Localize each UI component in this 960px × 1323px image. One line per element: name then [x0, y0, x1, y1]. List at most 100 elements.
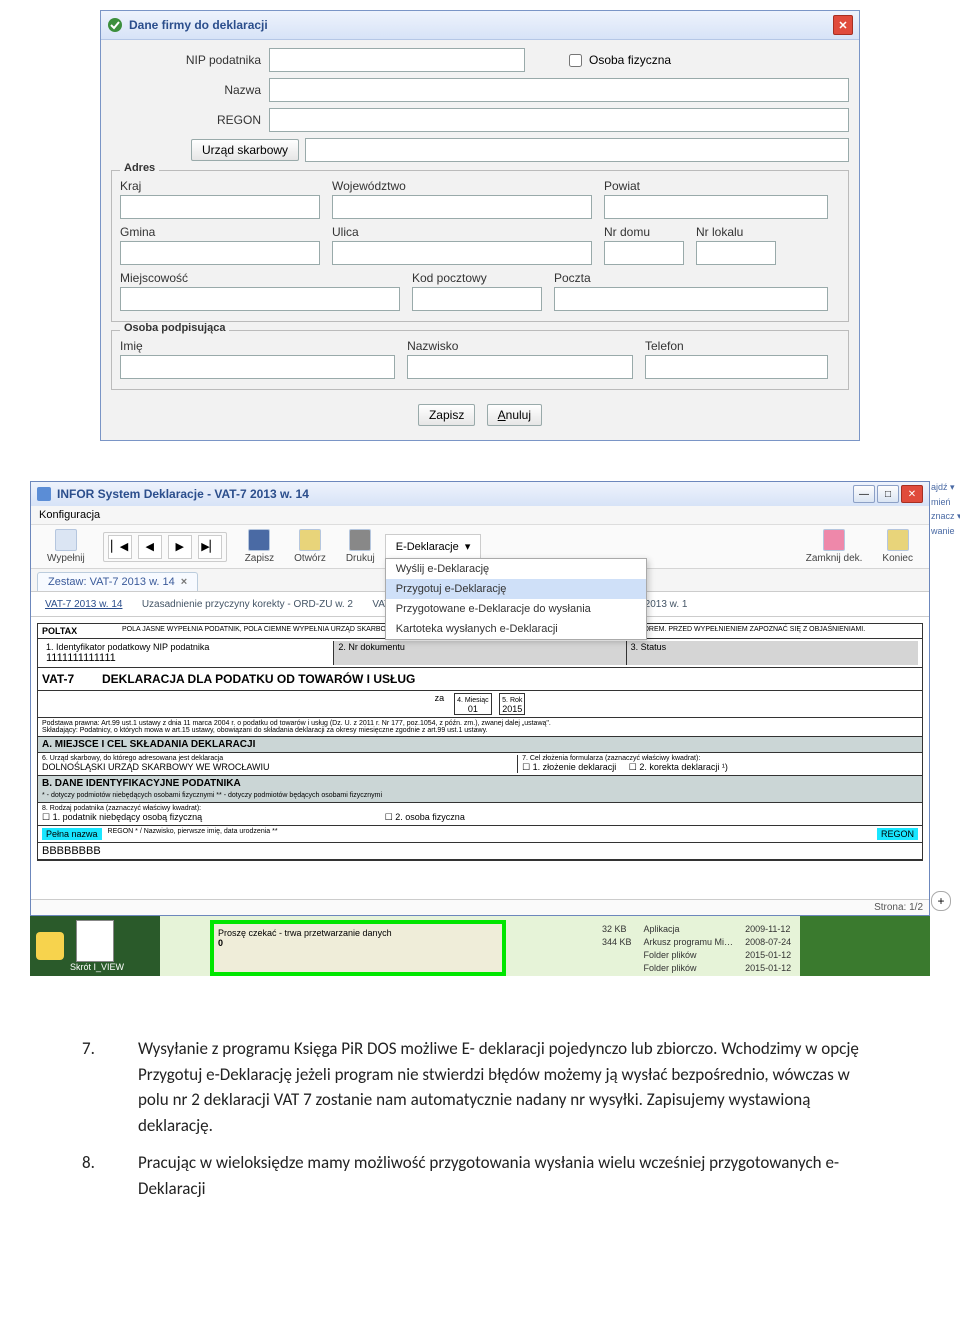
minimize-button[interactable]: — — [853, 485, 875, 503]
nazwa-input[interactable] — [269, 78, 849, 102]
dialog-buttons: Zapisz Anuluj — [111, 404, 849, 426]
nav-first-button[interactable]: ▏◀ — [108, 535, 132, 559]
save-button[interactable]: Zapisz — [235, 529, 284, 564]
toolbar: Wypełnij ▏◀ ◀ ▶ ▶▏ Zapisz Otwórz Drukuj … — [31, 525, 929, 569]
window-title: INFOR System Deklaracje - VAT-7 2013 w. … — [57, 487, 853, 501]
subtab[interactable]: VAT-7 2013 w. 14 — [37, 597, 130, 612]
pelna-nazwa-label: Pełna nazwa — [42, 828, 102, 840]
dialog-titlebar: Dane firmy do deklaracji ✕ — [101, 11, 859, 40]
side-peek: ajdź ▾ mień znacz ▾ wanie — [931, 482, 960, 540]
urzad-skarbowy-input[interactable] — [305, 138, 849, 162]
shortcut-icon — [76, 920, 114, 962]
exit-button[interactable]: Koniec — [872, 529, 923, 564]
vat7-label: VAT-7 — [42, 672, 102, 686]
f5-label: 5. Rok — [502, 697, 522, 704]
adres-fieldset: Adres Kraj Województwo Powiat Gmina — [111, 170, 849, 322]
window-titlebar: INFOR System Deklaracje - VAT-7 2013 w. … — [31, 482, 929, 506]
imie-label: Imię — [120, 339, 395, 353]
nrdomu-label: Nr domu — [604, 225, 684, 239]
nazwisko-input[interactable] — [407, 355, 633, 379]
instruction-paragraphs: 7.Wysyłanie z programu Księga PiR DOS mo… — [110, 1036, 880, 1201]
desktop-left: Skrót I_VIEW — [30, 916, 160, 976]
f5-value: 2015 — [502, 704, 522, 714]
nip-input[interactable] — [269, 48, 525, 72]
form-heading: DEKLARACJA DLA PODATKU OD TOWARÓW I USŁU… — [102, 672, 415, 686]
nazwa-label: Nazwa — [111, 83, 269, 97]
fill-button[interactable]: Wypełnij — [37, 529, 95, 564]
regon-highlight: REGON — [877, 828, 918, 840]
print-button[interactable]: Drukuj — [336, 529, 385, 564]
menu-item[interactable]: Przygotowane e-Deklaracje do wysłania — [386, 599, 646, 619]
cancel-button[interactable]: Anuluj — [487, 404, 542, 426]
f1-label: 1. Identyfikator podatkowy NIP podatnika — [46, 642, 329, 652]
poczta-input[interactable] — [554, 287, 828, 311]
imie-input[interactable] — [120, 355, 395, 379]
wojewodztwo-input[interactable] — [332, 195, 592, 219]
paragraph-7: Wysyłanie z programu Księga PiR DOS możl… — [138, 1038, 859, 1136]
maximize-button[interactable]: □ — [877, 485, 899, 503]
shortcut: Skrót I_VIEW — [70, 920, 124, 972]
nrdomu-input[interactable] — [604, 241, 684, 265]
kraj-input[interactable] — [120, 195, 320, 219]
poczta-label: Poczta — [554, 271, 828, 285]
gmina-input[interactable] — [120, 241, 320, 265]
miejscowosc-input[interactable] — [120, 287, 400, 311]
f8-opt2[interactable]: ☐ 2. osoba fizyczna — [385, 812, 465, 822]
f8-opt1[interactable]: ☐ 1. podatnik niebędący osobą fizyczną — [42, 812, 202, 822]
nrlokalu-input[interactable] — [696, 241, 776, 265]
nav-next-button[interactable]: ▶ — [168, 535, 192, 559]
osoba-fizyczna-checkbox[interactable] — [569, 54, 582, 67]
regon-label: REGON — [111, 113, 269, 127]
edeklaracje-dropdown[interactable]: E-Deklaracje ▾ Wyślij e-Deklarację Przyg… — [385, 534, 482, 560]
menu-item[interactable]: Wyślij e-Deklarację — [386, 559, 646, 579]
open-button[interactable]: Otwórz — [284, 529, 336, 564]
telefon-input[interactable] — [645, 355, 828, 379]
paragraph-8: Pracując w wieloksiędze mamy możliwość p… — [138, 1152, 839, 1199]
menu-item[interactable]: Przygotuj e-Deklarację — [386, 579, 646, 599]
app-icon — [37, 487, 51, 501]
section-b: B. DANE IDENTYFIKACYJNE PODATNIKA * - do… — [38, 776, 922, 803]
urzad-skarbowy-button[interactable]: Urząd skarbowy — [191, 139, 299, 161]
close-button[interactable]: ✕ — [833, 15, 853, 35]
status-bar: Strona: 1/2 — [31, 899, 929, 915]
menu-konfiguracja[interactable]: Konfiguracja — [39, 509, 100, 521]
ulica-input[interactable] — [332, 241, 592, 265]
miejscowosc-label: Miejscowość — [120, 271, 400, 285]
poltax-label: POLTAX — [42, 626, 122, 636]
processing-box: Proszę czekać - trwa przetwarzanie danyc… — [210, 920, 506, 976]
section-a: A. MIEJSCE I CEL SKŁADANIA DEKLARACJI — [38, 737, 922, 753]
f7-opt1[interactable]: ☐ 1. złożenie deklaracji — [522, 762, 616, 772]
za-label: za — [435, 693, 445, 703]
f1-value: 1111111111111 — [46, 652, 329, 664]
powiat-input[interactable] — [604, 195, 828, 219]
f7-opt2[interactable]: ☐ 2. korekta deklaracji ¹) — [629, 762, 728, 772]
regon-input[interactable] — [269, 108, 849, 132]
podstawa-text: Podstawa prawna: Art.99 ust.1 ustawy z d… — [42, 720, 918, 727]
powiat-label: Powiat — [604, 179, 828, 193]
bbb-value: BBBBBBBB — [38, 843, 922, 860]
close-doc-icon — [823, 529, 845, 551]
company-data-dialog: Dane firmy do deklaracji ✕ NIP podatnika… — [100, 10, 860, 441]
tab-close-icon[interactable]: × — [181, 576, 187, 588]
nav-prev-button[interactable]: ◀ — [138, 535, 162, 559]
close-button[interactable]: ✕ — [901, 485, 923, 503]
nav-last-button[interactable]: ▶▏ — [198, 535, 222, 559]
f6-label: 6. Urząd skarbowy, do którego adresowana… — [42, 755, 517, 762]
save-button[interactable]: Zapisz — [418, 404, 475, 426]
f6-value: DOLNOŚLĄSKI URZĄD SKARBOWY WE WROCŁAWIU — [42, 762, 517, 772]
fill-icon — [55, 529, 77, 551]
adres-legend: Adres — [120, 162, 159, 174]
dialog-body: NIP podatnika Osoba fizyczna Nazwa REGON… — [101, 40, 859, 440]
save-icon — [248, 529, 270, 551]
podpis-fieldset: Osoba podpisująca Imię Nazwisko Telefon — [111, 330, 849, 390]
zoom-plus-icon[interactable]: + — [931, 891, 951, 911]
gg-icon — [36, 932, 64, 960]
close-doc-button[interactable]: Zamknij dek. — [796, 529, 873, 564]
f4-label: 4. Miesiąc — [457, 697, 489, 704]
kraj-label: Kraj — [120, 179, 320, 193]
subtab[interactable]: Uzasadnienie przyczyny korekty - ORD-ZU … — [134, 597, 361, 612]
menu-item[interactable]: Kartoteka wysłanych e-Deklaracji — [386, 619, 646, 639]
menubar: Konfiguracja — [31, 506, 929, 525]
kod-input[interactable] — [412, 287, 542, 311]
document-tab[interactable]: Zestaw: VAT-7 2013 w. 14× — [37, 572, 198, 591]
